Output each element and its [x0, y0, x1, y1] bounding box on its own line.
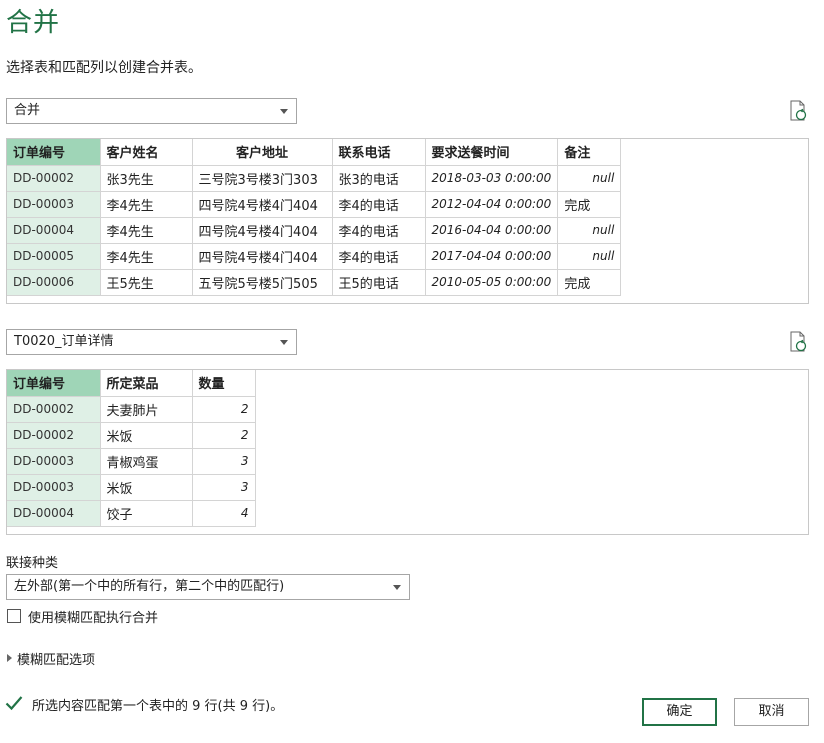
table1-header-customer-name[interactable]: 客户姓名	[100, 139, 193, 166]
table-cell: DD-00006	[7, 269, 101, 296]
table-row: DD-00003 米饭 3	[7, 474, 256, 501]
table-cell: null	[557, 217, 622, 244]
table-cell: DD-00004	[7, 217, 101, 244]
table-cell: 夫妻肺片	[100, 396, 193, 423]
table-cell: 李4先生	[100, 191, 193, 218]
table-cell: DD-00002	[7, 165, 101, 192]
table-cell: 四号院4号楼4门404	[192, 243, 333, 270]
cancel-button[interactable]: 取消	[734, 698, 809, 726]
table-cell: 四号院4号楼4门404	[192, 191, 333, 218]
join-kind-select[interactable]: 左外部(第一个中的所有行，第二个中的匹配行)	[6, 574, 410, 600]
fuzzy-match-label[interactable]: 使用模糊匹配执行合并	[28, 607, 158, 626]
table-cell: 米饭	[100, 422, 193, 449]
table2-header-order-id[interactable]: 订单编号	[7, 370, 101, 397]
table-row: DD-00005 李4先生 四号院4号楼4门404 李4的电话 2017-04-…	[7, 243, 622, 270]
fuzzy-options-toggle[interactable]: 模糊匹配选项	[17, 649, 95, 668]
table1-header-customer-address[interactable]: 客户地址	[192, 139, 333, 166]
table-cell: DD-00002	[7, 422, 101, 449]
table-cell: 张3的电话	[332, 165, 426, 192]
table-cell: null	[557, 243, 622, 270]
dialog-title: 合并	[6, 8, 61, 38]
table-cell: DD-00003	[7, 474, 101, 501]
table-row: DD-00004 李4先生 四号院4号楼4门404 李4的电话 2016-04-…	[7, 217, 622, 244]
table-row: DD-00003 青椒鸡蛋 3	[7, 448, 256, 475]
table-cell: 李4的电话	[332, 191, 426, 218]
table-cell: 2	[192, 396, 256, 423]
table-cell: 王5的电话	[332, 269, 426, 296]
table-cell: 米饭	[100, 474, 193, 501]
table-cell: 完成	[557, 191, 622, 218]
table-row: DD-00004 饺子 4	[7, 500, 256, 527]
checkmark-icon	[5, 696, 23, 711]
table-cell: 完成	[557, 269, 622, 296]
table-cell: 五号院5号楼5门505	[192, 269, 333, 296]
ok-button[interactable]: 确定	[642, 698, 717, 726]
fuzzy-match-checkbox[interactable]	[7, 609, 21, 623]
table1-select[interactable]: 合并	[6, 98, 297, 124]
table-cell: 4	[192, 500, 256, 527]
table1-header-delivery-time[interactable]: 要求送餐时间	[425, 139, 559, 166]
table-cell: 李4的电话	[332, 243, 426, 270]
table-cell: 李4的电话	[332, 217, 426, 244]
chevron-down-icon	[280, 109, 288, 114]
join-kind-value: 左外部(第一个中的所有行，第二个中的匹配行)	[14, 579, 285, 594]
table-cell: DD-00002	[7, 396, 101, 423]
table2-preview: 订单编号 所定菜品 数量 DD-00002 夫妻肺片 2 DD-00002 米饭…	[6, 369, 809, 535]
table1-preview: 订单编号 客户姓名 客户地址 联系电话 要求送餐时间 备注 DD-00002 张…	[6, 138, 809, 304]
table-cell: 3	[192, 474, 256, 501]
match-status-text: 所选内容匹配第一个表中的 9 行(共 9 行)。	[32, 699, 284, 714]
table2-select-value: T0020_订单详情	[14, 334, 114, 349]
expand-triangle-icon[interactable]	[7, 654, 12, 662]
chevron-down-icon	[280, 340, 288, 345]
table-cell: 2017-04-04 0:00:00	[425, 243, 559, 270]
table2-select[interactable]: T0020_订单详情	[6, 329, 297, 355]
table-cell: 张3先生	[100, 165, 193, 192]
table1-grid: 订单编号 客户姓名 客户地址 联系电话 要求送餐时间 备注 DD-00002 张…	[7, 139, 622, 296]
table2-header-dish[interactable]: 所定菜品	[100, 370, 193, 397]
dialog-subtitle: 选择表和匹配列以创建合并表。	[6, 60, 202, 76]
chevron-down-icon	[393, 585, 401, 590]
join-kind-label: 联接种类	[6, 556, 59, 571]
refresh-preview-icon[interactable]	[788, 331, 808, 353]
table-row: DD-00006 王5先生 五号院5号楼5门505 王5的电话 2010-05-…	[7, 269, 622, 296]
table-cell: DD-00005	[7, 243, 101, 270]
table-cell: DD-00003	[7, 191, 101, 218]
refresh-preview-icon[interactable]	[788, 100, 808, 122]
table1-select-value: 合并	[14, 103, 41, 118]
table1-header-remark[interactable]: 备注	[557, 139, 622, 166]
table-cell: DD-00003	[7, 448, 101, 475]
table-cell: null	[557, 165, 622, 192]
table-cell: 李4先生	[100, 217, 193, 244]
table1-header-phone[interactable]: 联系电话	[332, 139, 426, 166]
table2-grid: 订单编号 所定菜品 数量 DD-00002 夫妻肺片 2 DD-00002 米饭…	[7, 370, 256, 527]
table-cell: 3	[192, 448, 256, 475]
table-row: DD-00002 米饭 2	[7, 422, 256, 449]
table-cell: 四号院4号楼4门404	[192, 217, 333, 244]
table-cell: 王5先生	[100, 269, 193, 296]
table-cell: 三号院3号楼3门303	[192, 165, 333, 192]
table-cell: 2016-04-04 0:00:00	[425, 217, 559, 244]
table1-header-order-id[interactable]: 订单编号	[7, 139, 101, 166]
table-cell: 2012-04-04 0:00:00	[425, 191, 559, 218]
table-row: DD-00003 李4先生 四号院4号楼4门404 李4的电话 2012-04-…	[7, 191, 622, 218]
table-cell: 2010-05-05 0:00:00	[425, 269, 559, 296]
table-cell: 饺子	[100, 500, 193, 527]
table-row: DD-00002 张3先生 三号院3号楼3门303 张3的电话 2018-03-…	[7, 165, 622, 192]
table-cell: 2	[192, 422, 256, 449]
table2-header-quantity[interactable]: 数量	[192, 370, 256, 397]
table-cell: 青椒鸡蛋	[100, 448, 193, 475]
table-row: DD-00002 夫妻肺片 2	[7, 396, 256, 423]
table-cell: 2018-03-03 0:00:00	[425, 165, 559, 192]
table-cell: DD-00004	[7, 500, 101, 527]
table-cell: 李4先生	[100, 243, 193, 270]
